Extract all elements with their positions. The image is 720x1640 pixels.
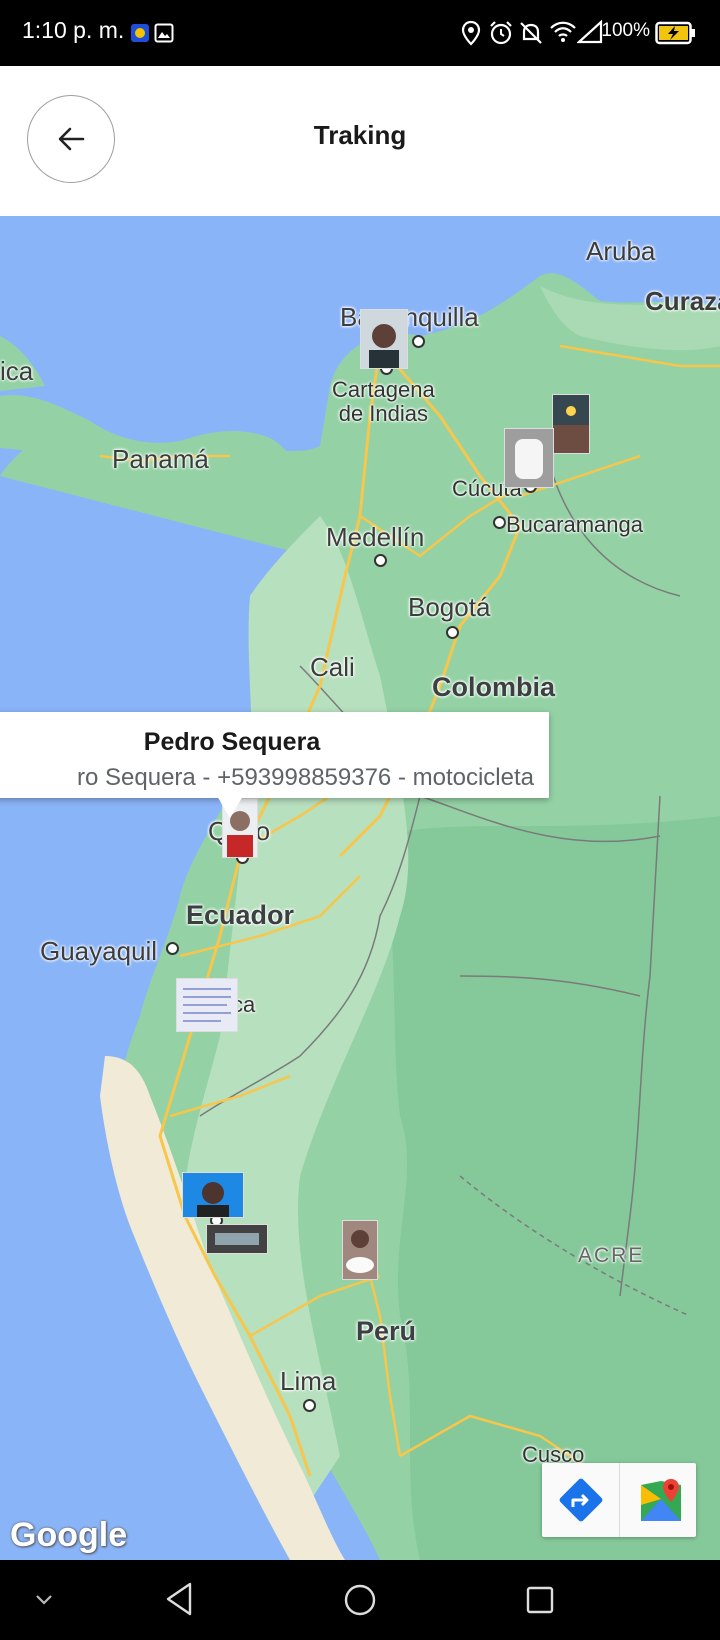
label-lima: Lima [280,1366,337,1396]
label-panama: Panamá [112,444,209,474]
location-icon [461,20,481,46]
app-notification-icon [131,24,149,42]
label-cartagena: Cartagena de Indias [332,377,435,426]
google-logo: Google [10,1516,128,1554]
map-view[interactable]: Aruba Curaza Barranquilla ica Cartagena … [0,216,720,1560]
battery-percent: 100% [601,20,650,41]
document-photo-marker[interactable] [176,978,238,1032]
home-circle-icon[interactable] [342,1582,378,1618]
page-title: Traking [313,120,407,150]
label-guayaquil: Guayaquil [40,936,158,966]
system-nav-bar [0,1560,720,1640]
directions-icon[interactable] [559,1478,603,1522]
label-medellin: Medellín [326,522,425,552]
city-dot-medellin [374,554,387,567]
label-acre: ACRE [578,1244,645,1267]
map-toolbar [542,1463,696,1537]
back-triangle-icon[interactable] [162,1580,196,1618]
label-bogota: Bogotá [408,592,491,622]
alarm-icon [490,21,512,45]
label-cali: Cali [310,652,355,682]
status-time: 1:10 p. m. [22,17,125,43]
label-aruba: Aruba [586,236,656,266]
wifi-icon [550,21,576,42]
status-bar: 1:10 p. m. 100% [0,0,720,66]
user-photo-marker[interactable] [360,309,408,369]
recents-square-icon[interactable] [524,1584,556,1616]
info-window-title: Pedro Sequera [143,728,321,756]
user-photo-marker[interactable] [504,428,554,488]
marker-info-window[interactable]: Pedro Sequera ro Sequera - +593998859376… [0,712,549,818]
vehicle-photo-marker[interactable] [206,1224,268,1254]
battery-charging-icon [655,21,695,45]
user-photo-marker[interactable] [342,1220,378,1280]
user-photo-marker[interactable] [182,1172,244,1218]
mute-bell-icon [520,22,542,44]
city-dot-bucaramanga [493,516,506,529]
city-dot-guayaquil [166,942,179,955]
chevron-down-icon[interactable] [32,1587,56,1611]
signal-icon [577,20,603,44]
info-window-tail [217,796,243,818]
city-dot-lima [303,1399,316,1412]
google-maps-icon[interactable] [637,1475,685,1525]
city-dot-bogota [446,626,459,639]
label-bucaramanga: Bucaramanga [506,512,643,537]
info-window-subtitle: ro Sequera - +593998859376 - motocicleta [77,764,534,791]
label-ecuador: Ecuador [186,900,295,930]
user-photo-marker[interactable] [552,394,590,454]
city-dot-barranquilla [412,335,425,348]
label-ica: ica [0,356,34,386]
label-colombia: Colombia [432,672,556,702]
label-peru: Perú [356,1316,417,1346]
gallery-icon [154,23,174,43]
label-curazao: Curaza [645,286,720,316]
app-bar: Traking [0,66,720,216]
toolbar-divider [619,1463,620,1537]
